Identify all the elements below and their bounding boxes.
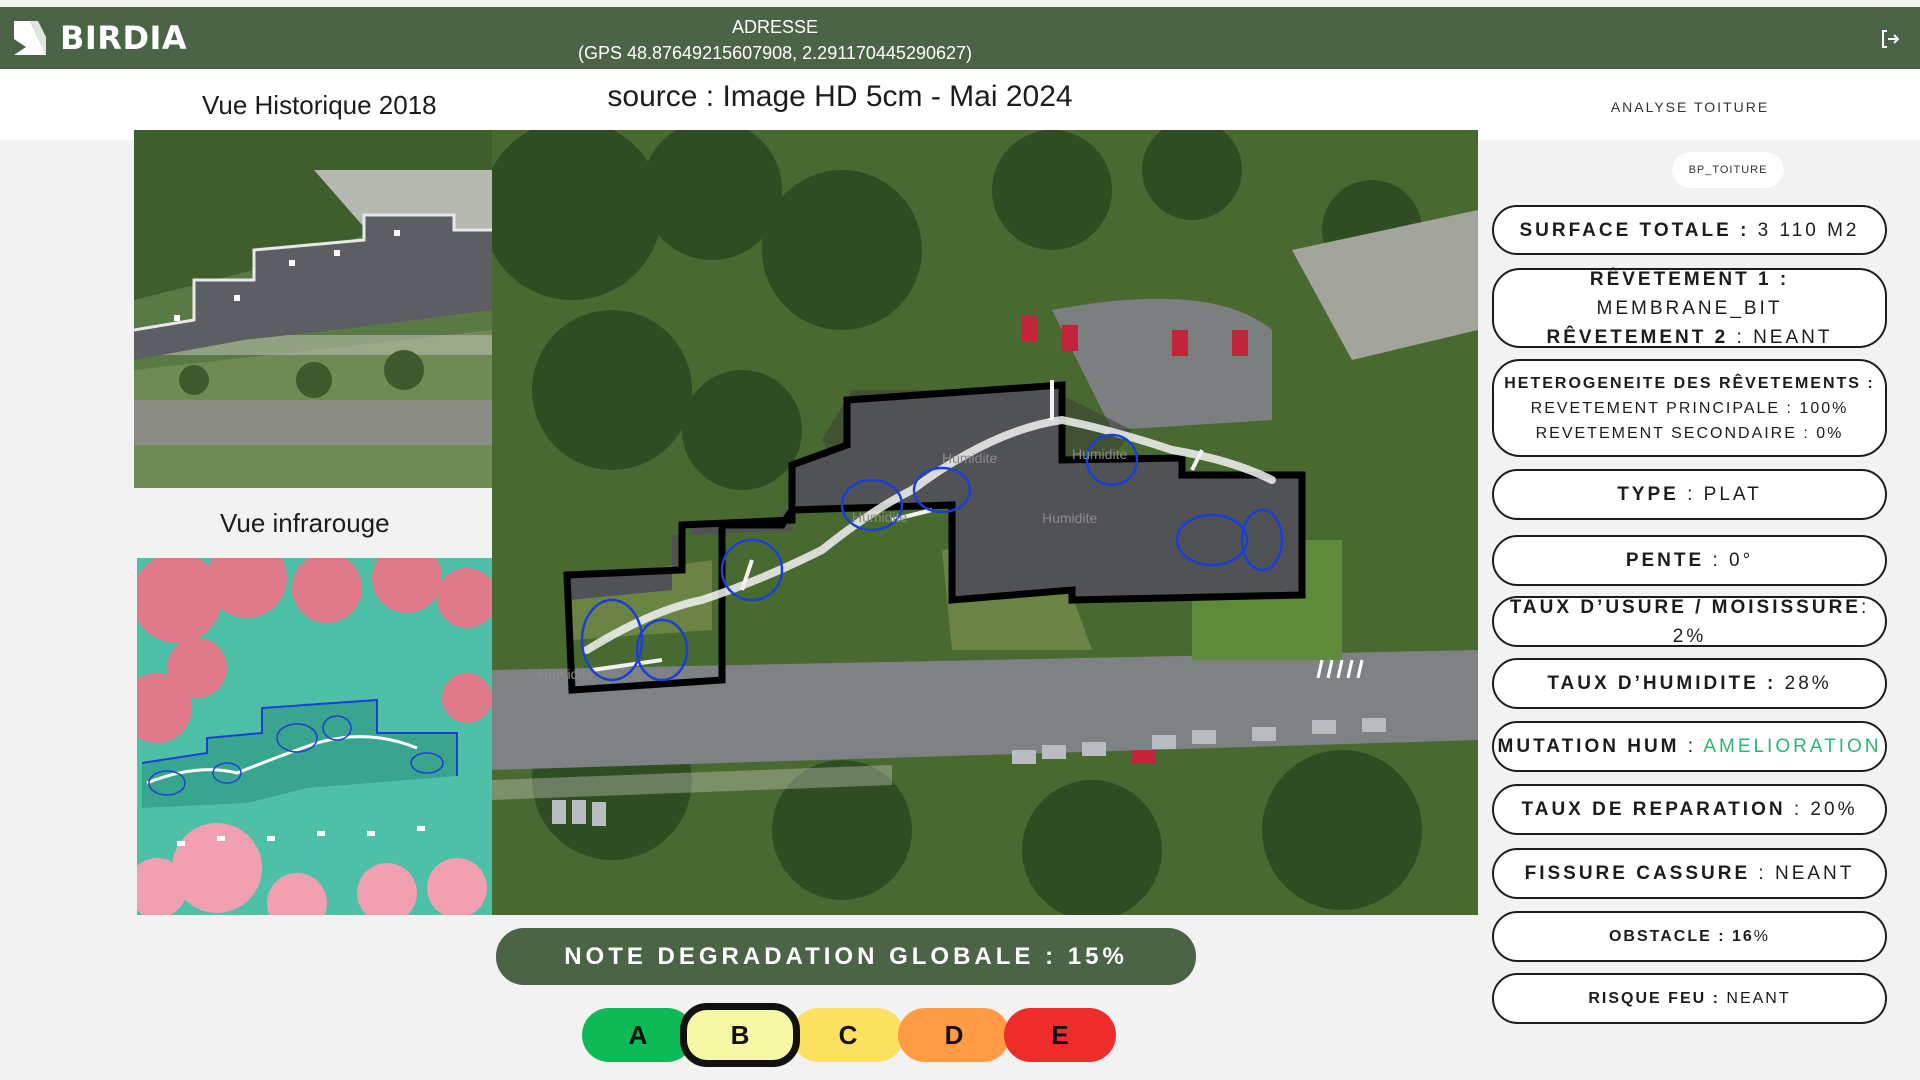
grade-e[interactable]: E [1004,1008,1116,1062]
historique-label: Vue Historique 2018 [202,90,437,120]
app-name: BIRDIA [60,19,188,57]
humidite-map-label: Humidite [1072,446,1127,462]
brand-logo[interactable]: BIRDIA [10,17,187,59]
pente-key: PENTE [1625,550,1705,571]
birdia-logo-icon [14,21,46,55]
obstacle-card: OBSTACLE : 16% [1492,911,1887,962]
address-block: ADRESSE (GPS 48.87649215607908, 2.291170… [555,14,995,66]
feu-key: RISQUE FEU : [1588,990,1720,1007]
reparation-key: TAUX DE REPARATION [1521,799,1786,820]
top-bar: BIRDIA ADRESSE (GPS 48.87649215607908, 2… [0,7,1920,69]
humidite-map-label: Humidite [942,450,997,466]
hetero-key: HETEROGENEITE DES RÊVETEMENTS : [1504,374,1875,392]
mutation-card: MUTATION HUM : AMELIORATION [1492,721,1887,772]
grade-e-label: E [1051,1019,1069,1050]
infrarouge-image [137,558,492,915]
rev2-key: RÊVETEMENT 2 [1546,326,1729,348]
bp-toiture-tag[interactable]: BP_TOITURE [1672,152,1784,188]
grade-a[interactable]: A [582,1008,694,1062]
note-degradation-banner: NOTE DEGRADATION GLOBALE : 15% [496,928,1196,985]
usure-key: TAUX D’USURE / MOISISSURE [1509,596,1861,618]
reparation-card: TAUX DE REPARATION : 20% [1492,784,1887,835]
historique-image [134,130,492,488]
fissure-card: FISSURE CASSURE : NEANT [1492,848,1887,899]
humidite-map-label: Humidite [852,509,907,525]
obstacle-key: OBSTACLE : 16 [1608,928,1754,945]
mutation-key: MUTATION HUM [1497,736,1680,757]
type-value: : PLAT [1678,484,1762,505]
grade-b-label: B [730,1019,750,1050]
grade-b-selected[interactable]: B [680,1003,800,1067]
humidite-map-label: Humidite [538,666,593,682]
grade-d-label: D [944,1019,964,1050]
mutation-value: AMELIORATION [1703,736,1882,757]
humidite-value: 28% [1776,673,1832,694]
address-title: ADRESSE [731,17,819,37]
pente-card: PENTE : 0° [1492,535,1887,586]
fissure-value: : NEANT [1750,863,1855,884]
grade-c[interactable]: C [792,1008,904,1062]
rev1-key: RÊVETEMENT 1 : [1589,268,1790,290]
logout-icon[interactable] [1878,27,1902,51]
source-label: source : Image HD 5cm - Mai 2024 [607,80,1073,113]
humidite-map-label: Humidite [1042,510,1097,526]
rev1-value: MEMBRANE_BIT [1596,297,1783,319]
reparation-value: : 20% [1785,799,1858,820]
heterogeneite-card: HETEROGENEITE DES RÊVETEMENTS : REVETEME… [1492,359,1887,457]
surface-value: 3 110 M2 [1749,219,1860,241]
grade-a-label: A [628,1019,648,1050]
grade-c-label: C [838,1019,858,1050]
mutation-separator: : [1679,736,1704,757]
revetement-card: RÊVETEMENT 1 : MEMBRANE_BIT RÊVETEMENT 2… [1492,268,1887,348]
humidite-card: TAUX D’HUMIDITE : 28% [1492,658,1887,709]
surface-key: SURFACE TOTALE : [1519,219,1750,241]
feu-value: NEANT [1719,990,1791,1007]
humidite-key: TAUX D’HUMIDITE : [1547,673,1777,694]
hetero-line2: REVETEMENT SECONDAIRE : 0% [1535,424,1844,442]
panel-title: ANALYSE TOITURE [1610,99,1770,115]
surface-card: SURFACE TOTALE : 3 110 M2 [1492,205,1887,255]
hetero-line1: REVETEMENT PRINCIPALE : 100% [1530,399,1849,417]
pente-value: : 0° [1704,550,1754,571]
usure-card: TAUX D’USURE / MOISISSURE: 2% [1492,596,1887,647]
grade-d[interactable]: D [898,1008,1010,1062]
type-key: TYPE [1617,484,1679,505]
main-roof-image: Humidite Humidite Humidite Humidite Humi… [492,130,1478,915]
infrarouge-label: Vue infrarouge [220,508,390,538]
risque-feu-card: RISQUE FEU : NEANT [1492,973,1887,1024]
rev2-value: : NEANT [1728,326,1833,348]
type-card: TYPE : PLAT [1492,469,1887,520]
fissure-key: FISSURE CASSURE [1524,863,1751,884]
obstacle-value: % [1753,928,1771,945]
gps-coordinates: (GPS 48.87649215607908, 2.29117044529062… [577,43,972,63]
